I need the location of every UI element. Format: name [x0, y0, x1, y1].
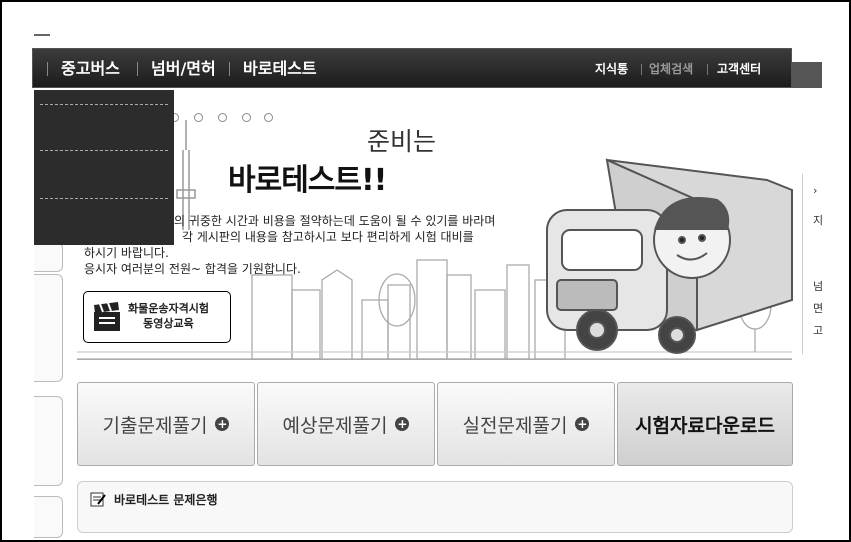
main-nav-bar: 중고버스 넘버/면허 바로테스트 지식통 업체검색 고객센터 — [32, 48, 792, 88]
video-education-button[interactable]: 화물운송자격시험 동영상교육 — [83, 291, 231, 343]
browser-frame: 중고버스 넘버/면허 바로테스트 지식통 업체검색 고객센터 준비는 바로테스트… — [0, 0, 851, 542]
carousel-dot[interactable] — [218, 113, 227, 122]
expected-exam-button[interactable]: 예상문제풀기 + — [257, 382, 435, 466]
clapperboard-icon — [94, 302, 120, 331]
nav-item-baro-test[interactable]: 바로테스트 — [243, 49, 317, 89]
truck-graphic — [546, 158, 793, 354]
side-tab[interactable] — [34, 396, 63, 486]
right-panel-arrow[interactable]: › — [813, 184, 817, 197]
nav-separator — [137, 62, 138, 76]
nav-item-used-bus[interactable]: 중고버스 — [61, 49, 120, 89]
hero-desc-line: 응시자 여러분의 전원~ 합격을 기원합니다. — [84, 262, 301, 276]
promo-line2: 동영상교육 — [143, 317, 194, 330]
right-panel-text: 넘 — [813, 280, 824, 293]
download-label: 시험자료다운로드 — [635, 414, 775, 437]
hero-title: 바로테스트!! — [228, 163, 387, 198]
question-bank-section: 바로테스트 문제은행 — [77, 481, 793, 533]
right-side-panel: › 지 넘 면 고 — [802, 174, 833, 354]
carousel-dot[interactable] — [194, 113, 203, 122]
nav-dropdown-menu[interactable] — [34, 90, 174, 245]
exam-material-download-button[interactable]: 시험자료다운로드 — [617, 382, 793, 466]
right-panel-text: 고 — [813, 324, 824, 337]
dropdown-divider — [40, 150, 168, 151]
dropdown-divider — [40, 198, 168, 199]
nav-item-number-license[interactable]: 넘버/면허 — [151, 49, 216, 89]
plus-circle-icon: + — [215, 417, 230, 431]
right-panel-text: 지 — [813, 214, 824, 227]
question-bank-title[interactable]: 바로테스트 문제은행 — [114, 491, 218, 508]
util-link-knowledge[interactable]: 지식통 — [595, 49, 628, 89]
nav-separator — [229, 62, 230, 76]
util-link-customer-center[interactable]: 고객센터 — [717, 49, 761, 89]
side-tab[interactable] — [34, 274, 63, 382]
util-separator — [641, 64, 642, 75]
hero-desc-line: 각 게시판의 내용을 참고하시고 보다 편리하게 시험 대비를 — [182, 230, 474, 244]
expected-exam-label: 예상문제풀기 — [282, 414, 388, 437]
right-panel-text: 면 — [813, 302, 824, 315]
past-exam-label: 기출문제풀기 — [102, 414, 208, 437]
promo-text: 화물운송자격시험 동영상교육 — [128, 301, 209, 331]
side-tab[interactable] — [34, 242, 63, 272]
util-separator — [707, 64, 708, 75]
practice-exam-label: 실전문제풀기 — [462, 414, 568, 437]
hero-desc-line: 의 귀중한 시간과 비용을 절약하는데 도움이 될 수 있기를 바라며 — [174, 214, 496, 228]
top-divider — [34, 34, 50, 36]
hero-desc-line: 하시기 바랍니다. — [84, 246, 169, 260]
past-exam-button[interactable]: 기출문제풀기 + — [77, 382, 255, 466]
hero-subtitle: 준비는 — [367, 127, 437, 156]
util-link-company-search[interactable]: 업체검색 — [649, 49, 693, 89]
practice-exam-button[interactable]: 실전문제풀기 + — [437, 382, 615, 466]
carousel-dot[interactable] — [242, 113, 251, 122]
nav-separator — [47, 62, 48, 76]
ground-line — [77, 359, 792, 360]
side-tab[interactable] — [34, 496, 63, 538]
plus-circle-icon: + — [575, 417, 590, 431]
nav-right-extension — [792, 62, 822, 88]
carousel-dot[interactable] — [264, 113, 273, 122]
note-edit-icon — [90, 492, 106, 507]
plus-circle-icon: + — [395, 417, 410, 431]
promo-line1: 화물운송자격시험 — [128, 302, 209, 315]
dropdown-divider — [40, 104, 168, 105]
